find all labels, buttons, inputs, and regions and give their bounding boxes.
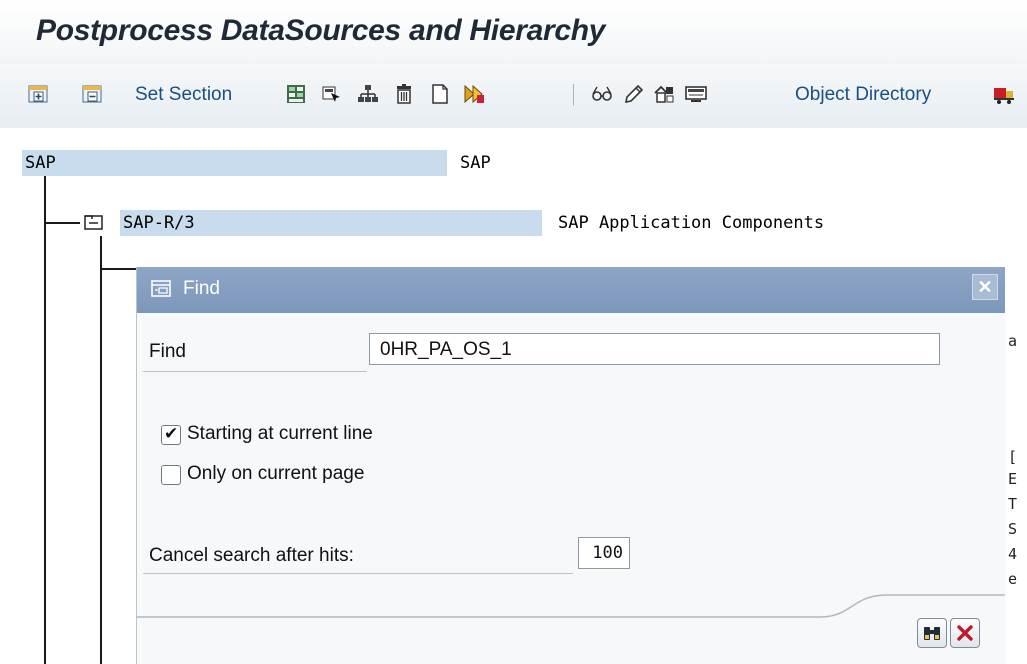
find-dialog: Find ✕ Find 0HR_PA_OS_1 ✔ Starting at cu…	[136, 267, 1005, 664]
display-icon[interactable]	[590, 82, 614, 106]
cancel-button[interactable]	[950, 618, 980, 648]
tree-node-label: SAP-R/3	[123, 213, 195, 233]
expand-subtree-icon[interactable]	[26, 82, 50, 106]
title-bar: Postprocess DataSources and Hierarchy	[0, 0, 1027, 64]
select-subtree-icon[interactable]	[284, 82, 308, 106]
truck-icon[interactable]	[992, 82, 1016, 106]
binoculars-icon	[924, 627, 940, 640]
info-icon[interactable]	[684, 82, 708, 106]
set-section-button[interactable]: Set Section	[135, 84, 232, 106]
dialog-footer-divider	[137, 594, 1005, 618]
select-node-icon[interactable]	[320, 82, 344, 106]
toolbar-separator	[573, 84, 574, 106]
tree-connector	[100, 236, 102, 664]
find-dialog-icon	[151, 279, 173, 299]
folder-icon[interactable]	[84, 213, 104, 231]
create-icon[interactable]	[428, 82, 452, 106]
tree-node-description: SAP Application Components	[558, 213, 825, 233]
only-on-current-page-checkbox[interactable]	[161, 465, 181, 485]
tree-node-label: SAP	[25, 153, 56, 173]
only-on-current-page-label[interactable]: Only on current page	[187, 463, 364, 485]
label-underline	[143, 371, 367, 372]
dialog-title: Find	[183, 278, 220, 299]
starting-at-current-line-label[interactable]: Starting at current line	[187, 423, 373, 445]
starting-at-current-line-checkbox[interactable]: ✔	[161, 424, 181, 445]
background-text-fragment: E	[1008, 470, 1018, 488]
background-text-fragment: [	[1008, 448, 1018, 466]
collapse-subtree-icon[interactable]	[80, 82, 104, 106]
tree-connector	[44, 222, 80, 224]
tree-node-description: SAP	[460, 153, 491, 173]
transport-icon[interactable]	[652, 82, 676, 106]
dialog-title-bar[interactable]: Find ✕	[137, 267, 1005, 313]
tree-connector	[44, 176, 46, 664]
hierarchy-icon[interactable]	[356, 82, 380, 106]
page-title: Postprocess DataSources and Hierarchy	[36, 14, 606, 47]
delete-icon[interactable]	[392, 82, 416, 106]
execute-icon[interactable]	[462, 82, 486, 106]
object-directory-button[interactable]: Object Directory	[795, 84, 931, 106]
cancel-icon	[957, 625, 973, 641]
find-input[interactable]: 0HR_PA_OS_1	[369, 333, 940, 365]
background-text-fragment: S	[1008, 520, 1018, 538]
dialog-close-button[interactable]: ✕	[972, 274, 998, 300]
find-button[interactable]	[917, 618, 947, 648]
background-text-fragment: T	[1008, 495, 1018, 513]
tree-connector	[100, 268, 136, 270]
background-text-fragment: 4	[1008, 545, 1018, 563]
checkmark-icon: ✔	[164, 424, 179, 444]
background-text-fragment: a	[1008, 332, 1018, 350]
background-text-fragment: e	[1008, 570, 1018, 588]
change-icon[interactable]	[622, 82, 646, 106]
tree-node-sap[interactable]	[22, 150, 447, 176]
find-label: Find	[149, 341, 186, 362]
